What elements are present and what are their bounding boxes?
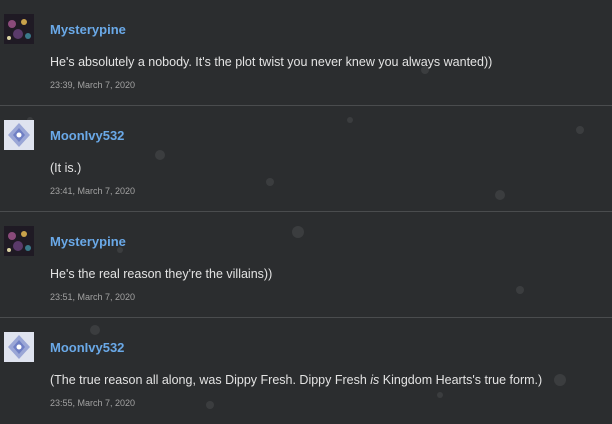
comment-author[interactable]: MoonIvy532 — [50, 340, 124, 355]
comment-text-part: Kingdom Hearts's true form.) — [379, 373, 543, 387]
comment-author[interactable]: MoonIvy532 — [50, 128, 124, 143]
comment-item: Mysterypine He's the real reason they're… — [0, 212, 612, 318]
crystal-avatar-icon[interactable] — [4, 120, 34, 150]
comment-timestamp[interactable]: 23:51, March 7, 2020 — [50, 292, 135, 302]
comment-timestamp[interactable]: 23:41, March 7, 2020 — [50, 186, 135, 196]
comment-text: He's absolutely a nobody. It's the plot … — [50, 55, 493, 69]
comment-text: (The true reason all along, was Dippy Fr… — [50, 373, 542, 387]
comment-text: (It is.) — [50, 161, 82, 175]
comment-author[interactable]: Mysterypine — [50, 22, 126, 37]
crystal-avatar-icon[interactable] — [4, 332, 34, 362]
comment-item: MoonIvy532 (The true reason all along, w… — [0, 318, 612, 424]
galaxy-avatar-icon[interactable] — [4, 226, 34, 256]
comment-item: Mysterypine He's absolutely a nobody. It… — [0, 0, 612, 106]
comment-author[interactable]: Mysterypine — [50, 234, 126, 249]
comment-text: He's the real reason they're the villain… — [50, 267, 273, 281]
comment-item: MoonIvy532 (It is.) 23:41, March 7, 2020 — [0, 106, 612, 212]
comment-timestamp[interactable]: 23:39, March 7, 2020 — [50, 80, 135, 90]
comment-timestamp[interactable]: 23:55, March 7, 2020 — [50, 398, 135, 408]
comment-text-part: (The true reason all along, was Dippy Fr… — [50, 373, 371, 387]
comment-text-emphasis: is — [370, 373, 380, 387]
galaxy-avatar-icon[interactable] — [4, 14, 34, 44]
comment-feed: Mysterypine He's absolutely a nobody. It… — [0, 0, 612, 424]
